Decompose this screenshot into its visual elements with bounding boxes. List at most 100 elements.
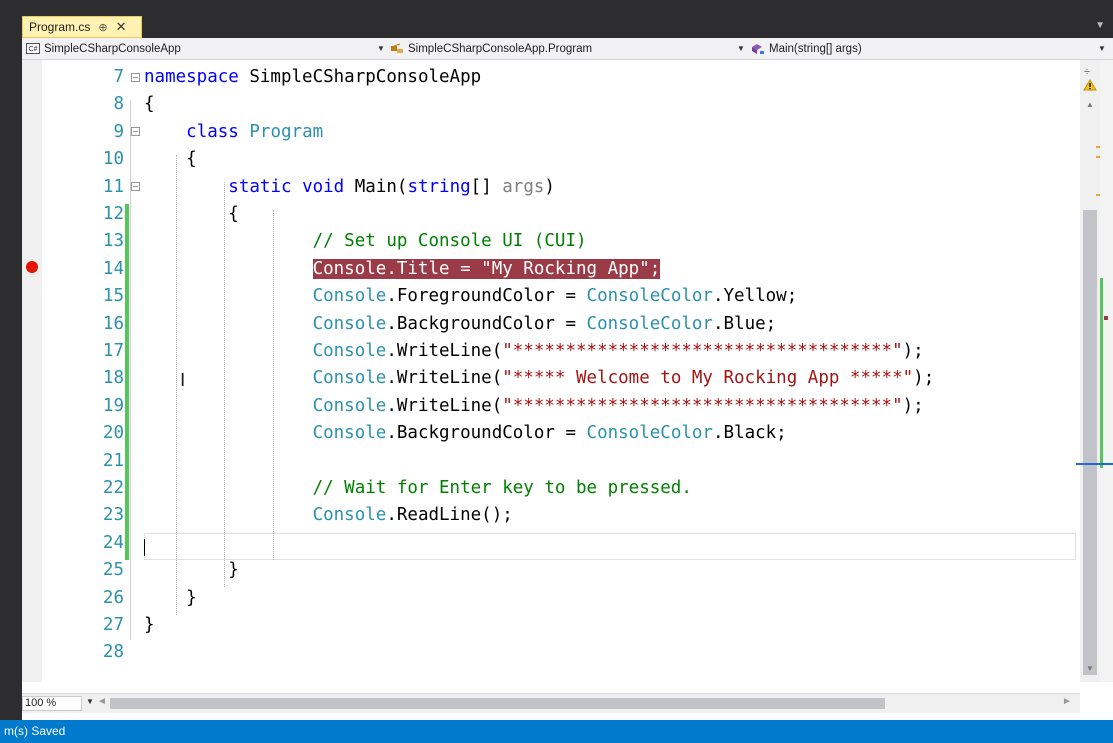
- code-line[interactable]: 8{: [22, 91, 1080, 118]
- status-text: m(s) Saved: [4, 724, 66, 738]
- code-text[interactable]: {: [144, 201, 239, 228]
- line-number: 24: [102, 532, 124, 553]
- close-icon[interactable]: ✕: [116, 19, 127, 35]
- member-name: Main(string[] args): [769, 42, 862, 55]
- code-line[interactable]: 22 // Wait for Enter key to be pressed.: [22, 475, 1080, 502]
- code-line[interactable]: 12 {: [22, 201, 1080, 228]
- line-number: 12: [102, 204, 124, 224]
- code-text[interactable]: Console.ForegroundColor = ConsoleColor.Y…: [144, 283, 798, 310]
- code-line[interactable]: 26 }: [22, 585, 1080, 612]
- line-number: 8: [113, 94, 124, 115]
- code-text[interactable]: Console.WriteLine("***** Welcome to My R…: [144, 365, 935, 392]
- vertical-scrollbar[interactable]: ÷ ▲ ▼: [1080, 60, 1100, 682]
- code-line[interactable]: 27}: [22, 612, 1080, 639]
- project-name: SimpleCSharpConsoleApp: [44, 42, 181, 55]
- type-name: SimpleCSharpConsoleApp.Program: [408, 42, 593, 55]
- code-line[interactable]: 15 Console.ForegroundColor = ConsoleColo…: [22, 283, 1080, 310]
- scroll-up-icon[interactable]: ▲: [1086, 100, 1094, 109]
- code-text[interactable]: {: [144, 146, 197, 173]
- code-text[interactable]: Console.Title = "My Rocking App";: [144, 256, 661, 283]
- chevron-down-icon[interactable]: ▼: [736, 40, 746, 57]
- pin-icon[interactable]: ⊕: [98, 21, 107, 34]
- code-line[interactable]: 9 class Program: [22, 119, 1080, 146]
- csharp-project-icon: C#: [26, 43, 40, 54]
- zoom-level: 100 %: [25, 697, 57, 709]
- chevron-down-icon[interactable]: ▼: [376, 40, 386, 57]
- code-line[interactable]: 11 static void Main(string[] args): [22, 174, 1080, 201]
- code-line[interactable]: 13 // Set up Console UI (CUI): [22, 228, 1080, 255]
- chevron-down-icon[interactable]: ▼: [1097, 40, 1107, 57]
- tab-program-cs[interactable]: Program.cs ⊕ ✕: [22, 16, 142, 38]
- code-text[interactable]: Console.BackgroundColor = ConsoleColor.B…: [144, 311, 777, 338]
- line-number: 19: [102, 395, 124, 416]
- method-icon: [751, 43, 765, 55]
- code-text[interactable]: {: [144, 91, 155, 118]
- code-text[interactable]: }: [144, 557, 239, 584]
- zoom-dropdown[interactable]: 100 %: [22, 696, 82, 711]
- line-number: 14: [102, 258, 124, 279]
- warning-icon[interactable]: [1083, 78, 1097, 96]
- code-line[interactable]: 24: [22, 530, 1080, 557]
- overview-change-marker: [1100, 278, 1103, 468]
- code-editor[interactable]: − − − 7 namespace SimpleCSharpConsoleApp 8…: [22, 60, 1080, 682]
- code-line[interactable]: 17 Console.WriteLine("******************…: [22, 338, 1080, 365]
- code-text[interactable]: class Program: [144, 119, 323, 146]
- code-line[interactable]: 20 Console.BackgroundColor = ConsoleColo…: [22, 420, 1080, 447]
- status-bar: m(s) Saved: [0, 720, 1113, 743]
- code-text[interactable]: static void Main(string[] args): [144, 174, 555, 201]
- code-line[interactable]: 10 {: [22, 146, 1080, 173]
- tab-overflow-dropdown-icon[interactable]: ▼: [1095, 20, 1105, 31]
- chevron-down-icon[interactable]: ▼: [86, 697, 94, 706]
- project-dropdown[interactable]: C# SimpleCSharpConsoleApp ▼: [26, 40, 386, 57]
- code-text[interactable]: Console.WriteLine("*********************…: [144, 338, 924, 365]
- overview-margin[interactable]: [1076, 60, 1113, 682]
- code-text[interactable]: }: [144, 585, 197, 612]
- line-number: 27: [102, 615, 124, 635]
- line-number: 13: [102, 231, 124, 252]
- line-number: 10: [102, 149, 124, 170]
- code-text[interactable]: Console.ReadLine();: [144, 502, 513, 529]
- line-number: 16: [102, 313, 124, 334]
- code-line[interactable]: 14 Console.Title = "My Rocking App";: [22, 256, 1080, 283]
- code-line[interactable]: 23 Console.ReadLine();: [22, 502, 1080, 529]
- vertical-scroll-thumb[interactable]: [1083, 210, 1097, 675]
- left-frame-stripe: [0, 0, 22, 720]
- code-line[interactable]: 16 Console.BackgroundColor = ConsoleColo…: [22, 311, 1080, 338]
- code-text[interactable]: Console.WriteLine("*********************…: [144, 393, 924, 420]
- code-text[interactable]: }: [144, 612, 155, 639]
- code-text[interactable]: namespace SimpleCSharpConsoleApp: [144, 64, 481, 91]
- type-dropdown[interactable]: SimpleCSharpConsoleApp.Program ▼: [390, 40, 746, 57]
- line-number: 23: [102, 505, 124, 526]
- scroll-right-icon[interactable]: ►: [1062, 696, 1072, 707]
- scroll-down-icon[interactable]: ▼: [1086, 664, 1094, 673]
- line-number: 15: [102, 286, 124, 307]
- member-dropdown[interactable]: Main(string[] args) ▼: [751, 40, 1107, 57]
- overview-caret-marker: [1076, 463, 1113, 465]
- editor-bottom-bar: 100 % ▼ ◄ ►: [22, 693, 1080, 713]
- line-number: 18: [102, 368, 124, 389]
- line-number: 28: [102, 642, 124, 663]
- line-number: 20: [102, 423, 124, 444]
- overview-breakpoint-marker: [1104, 316, 1108, 320]
- line-number: 21: [102, 450, 124, 471]
- line-number: 25: [102, 560, 124, 581]
- code-line[interactable]: 19 Console.WriteLine("******************…: [22, 393, 1080, 420]
- document-tab-bar: Program.cs ⊕ ✕ ▼: [0, 0, 1113, 38]
- code-text[interactable]: Console.BackgroundColor = ConsoleColor.B…: [144, 420, 787, 447]
- code-line[interactable]: 25 }: [22, 557, 1080, 584]
- scroll-left-icon[interactable]: ◄: [97, 696, 107, 707]
- split-icon[interactable]: ÷: [1084, 66, 1090, 78]
- code-line[interactable]: 28: [22, 639, 1080, 666]
- code-line[interactable]: 7 namespace SimpleCSharpConsoleApp: [22, 64, 1080, 91]
- code-text[interactable]: // Set up Console UI (CUI): [144, 228, 587, 255]
- caret: [144, 539, 145, 556]
- code-text[interactable]: // Wait for Enter key to be pressed.: [144, 475, 692, 502]
- line-number: 26: [102, 587, 124, 608]
- class-icon: [390, 43, 404, 55]
- line-number: 7: [113, 67, 124, 87]
- horizontal-scroll-thumb[interactable]: [110, 698, 885, 709]
- tab-label: Program.cs: [29, 20, 91, 34]
- line-number: 9: [113, 121, 124, 142]
- navigation-bar: C# SimpleCSharpConsoleApp ▼ SimpleCSharp…: [22, 38, 1113, 60]
- code-line[interactable]: 21: [22, 448, 1080, 475]
